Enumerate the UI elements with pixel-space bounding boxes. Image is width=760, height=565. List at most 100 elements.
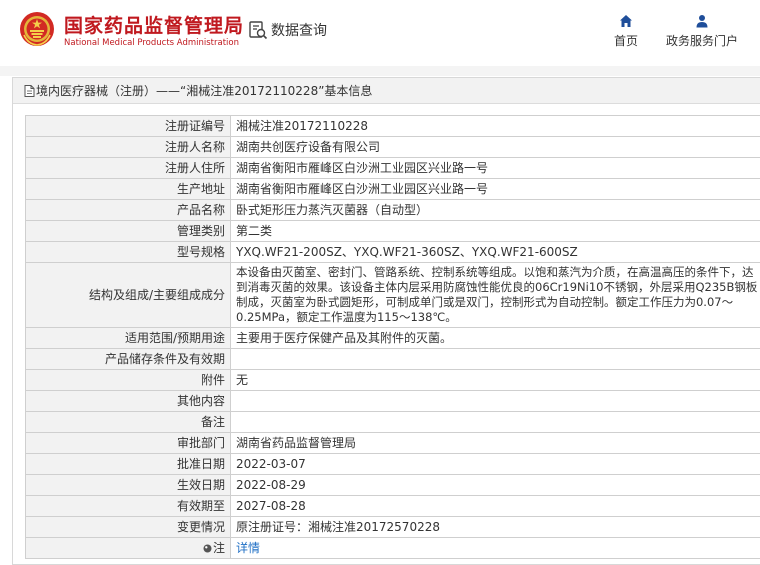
- field-label-text: 生产地址: [176, 181, 225, 196]
- field-value-text: 卧式矩形压力蒸汽灭菌器（自动型）: [236, 202, 429, 217]
- table-row: 生产地址 湖南省衡阳市雁峰区白沙洲工业园区兴业路一号: [25, 178, 760, 200]
- field-label-text: 审批部门: [176, 435, 225, 450]
- field-value: [230, 348, 760, 370]
- field-value-text: 本设备由灭菌室、密封门、管路系统、控制系统等组成。以饱和蒸汽为介质，在高温高压的…: [236, 265, 758, 324]
- field-value: 湖南省衡阳市雁峰区白沙洲工业园区兴业路一号: [230, 157, 760, 179]
- field-value-text: YXQ.WF21-200SZ、YXQ.WF21-360SZ、YXQ.WF21-6…: [236, 244, 578, 259]
- field-label-text: 批准日期: [176, 456, 225, 471]
- field-label: 审批部门: [25, 432, 231, 454]
- table-row: 变更情况 原注册证号：湘械注准20172570228: [25, 516, 760, 538]
- site-name-cn[interactable]: 国家药品监督管理局: [64, 11, 244, 38]
- home-icon: [620, 15, 632, 27]
- field-value-text: 2022-08-29: [236, 477, 306, 492]
- data-query-label: 数据查询: [271, 23, 327, 39]
- field-label-text: 注册人住所: [164, 160, 225, 175]
- field-value-text: 无: [236, 372, 249, 387]
- pin-icon: [203, 544, 212, 552]
- field-label-text: 注册人名称: [164, 139, 225, 154]
- field-label-text: 产品储存条件及有效期: [104, 351, 225, 366]
- field-label-text: 其他内容: [176, 393, 225, 408]
- national-emblem-icon[interactable]: [19, 11, 55, 47]
- info-table: 注册证编号 湘械注准20172110228 注册人名称 湖南共创医疗设备有限公司 注册人…: [25, 115, 760, 559]
- field-value: 第二类: [230, 220, 760, 242]
- field-label-text: 有效期至: [176, 498, 225, 513]
- field-value-text: 2027-08-28: [236, 498, 306, 513]
- table-row: 注册证编号 湘械注准20172110228: [25, 115, 760, 137]
- field-value-text: 第二类: [236, 223, 273, 238]
- user-icon: [696, 15, 708, 28]
- field-label-text: 注: [212, 540, 225, 555]
- field-label-text: 结构及组成/主要组成成分: [88, 287, 225, 302]
- field-value: 湘械注准20172110228: [230, 115, 760, 137]
- field-value: 湖南省衡阳市雁峰区白沙洲工业园区兴业路一号: [230, 178, 760, 200]
- table-row: 适用范围/预期用途 主要用于医疗保健产品及其附件的灭菌。: [25, 327, 760, 349]
- details-link[interactable]: 详情: [236, 541, 260, 555]
- field-label-text: 附件: [200, 372, 225, 387]
- field-label: 产品储存条件及有效期: [25, 348, 231, 370]
- breadcrumb-text: 境内医疗器械（注册）——“湘械注准20172110228”基本信息: [36, 84, 373, 98]
- table-row: 结构及组成/主要组成成分 本设备由灭菌室、密封门、管路系统、控制系统等组成。以饱和…: [25, 262, 760, 328]
- table-row: 型号规格 YXQ.WF21-200SZ、YXQ.WF21-360SZ、YXQ.WF…: [25, 241, 760, 263]
- field-label-text: 产品名称: [176, 202, 225, 217]
- table-row: 生效日期 2022-08-29: [25, 474, 760, 496]
- field-value: [230, 411, 760, 433]
- table-row: 批准日期 2022-03-07: [25, 453, 760, 475]
- field-value: 湖南共创医疗设备有限公司: [230, 136, 760, 158]
- field-label: 有效期至: [25, 495, 231, 517]
- table-row: 审批部门 湖南省药品监督管理局: [25, 432, 760, 454]
- nav-home[interactable]: 首页: [609, 14, 643, 49]
- field-value-text: 原注册证号：湘械注准20172570228: [236, 519, 440, 534]
- table-row: 管理类别 第二类: [25, 220, 760, 242]
- nav-service-label: 政务服务门户: [665, 34, 738, 48]
- field-label: 其他内容: [25, 390, 231, 412]
- nav-home-label: 首页: [613, 34, 638, 48]
- table-row: 注详情: [25, 537, 760, 559]
- field-label: 型号规格: [25, 241, 231, 263]
- field-label: 注册人名称: [25, 136, 231, 158]
- table-row: 产品名称 卧式矩形压力蒸汽灭菌器（自动型）: [25, 199, 760, 221]
- site-name-en[interactable]: National Medical Products Administration: [64, 38, 239, 48]
- table-row: 备注: [25, 411, 760, 433]
- field-value: 2022-08-29: [230, 474, 760, 496]
- field-label-text: 变更情况: [176, 519, 225, 534]
- field-value: 详情: [230, 537, 760, 559]
- field-label: 产品名称: [25, 199, 231, 221]
- field-label: 附件: [25, 369, 231, 391]
- field-value: 2027-08-28: [230, 495, 760, 517]
- field-label: 注册人住所: [25, 157, 231, 179]
- field-label: 生产地址: [25, 178, 231, 200]
- field-label: 变更情况: [25, 516, 231, 538]
- field-label-text: 适用范围/预期用途: [124, 330, 225, 345]
- table-row: 注册人名称 湖南共创医疗设备有限公司: [25, 136, 760, 158]
- field-value: YXQ.WF21-200SZ、YXQ.WF21-360SZ、YXQ.WF21-6…: [230, 241, 760, 263]
- field-label-text: 管理类别: [176, 223, 225, 238]
- data-query-link[interactable]: 数据查询: [248, 19, 327, 41]
- field-label-text: 注册证编号: [164, 118, 225, 133]
- field-label: 结构及组成/主要组成成分: [25, 262, 231, 328]
- field-value-text: 湖南省药品监督管理局: [236, 435, 357, 450]
- field-value: 主要用于医疗保健产品及其附件的灭菌。: [230, 327, 760, 349]
- field-value: 无: [230, 369, 760, 391]
- document-icon: [24, 84, 35, 97]
- field-label-text: 备注: [200, 414, 225, 429]
- table-row: 注册人住所 湖南省衡阳市雁峰区白沙洲工业园区兴业路一号: [25, 157, 760, 179]
- field-value: 原注册证号：湘械注准20172570228: [230, 516, 760, 538]
- field-label: 管理类别: [25, 220, 231, 242]
- document-search-icon: [249, 21, 268, 40]
- field-label-text: 型号规格: [176, 244, 225, 259]
- field-value: 2022-03-07: [230, 453, 760, 475]
- nav-service-portal[interactable]: 政务服务门户: [662, 14, 742, 49]
- field-label: 注: [25, 537, 231, 559]
- site-header: 国家药品监督管理局 National Medical Products Admi…: [0, 0, 760, 66]
- field-label: 注册证编号: [25, 115, 231, 137]
- table-row: 附件无: [25, 369, 760, 391]
- field-value: 湖南省药品监督管理局: [230, 432, 760, 454]
- field-value: 卧式矩形压力蒸汽灭菌器（自动型）: [230, 199, 760, 221]
- detail-panel: 境内医疗器械（注册）——“湘械注准20172110228”基本信息 注册证编号湘…: [12, 77, 760, 565]
- breadcrumb: 境内医疗器械（注册）——“湘械注准20172110228”基本信息: [13, 78, 760, 104]
- field-value-text: 主要用于医疗保健产品及其附件的灭菌。: [236, 330, 453, 345]
- field-label: 适用范围/预期用途: [25, 327, 231, 349]
- table-row: 产品储存条件及有效期: [25, 348, 760, 370]
- field-value: 本设备由灭菌室、密封门、管路系统、控制系统等组成。以饱和蒸汽为介质，在高温高压的…: [230, 262, 760, 328]
- header-divider: [0, 66, 760, 76]
